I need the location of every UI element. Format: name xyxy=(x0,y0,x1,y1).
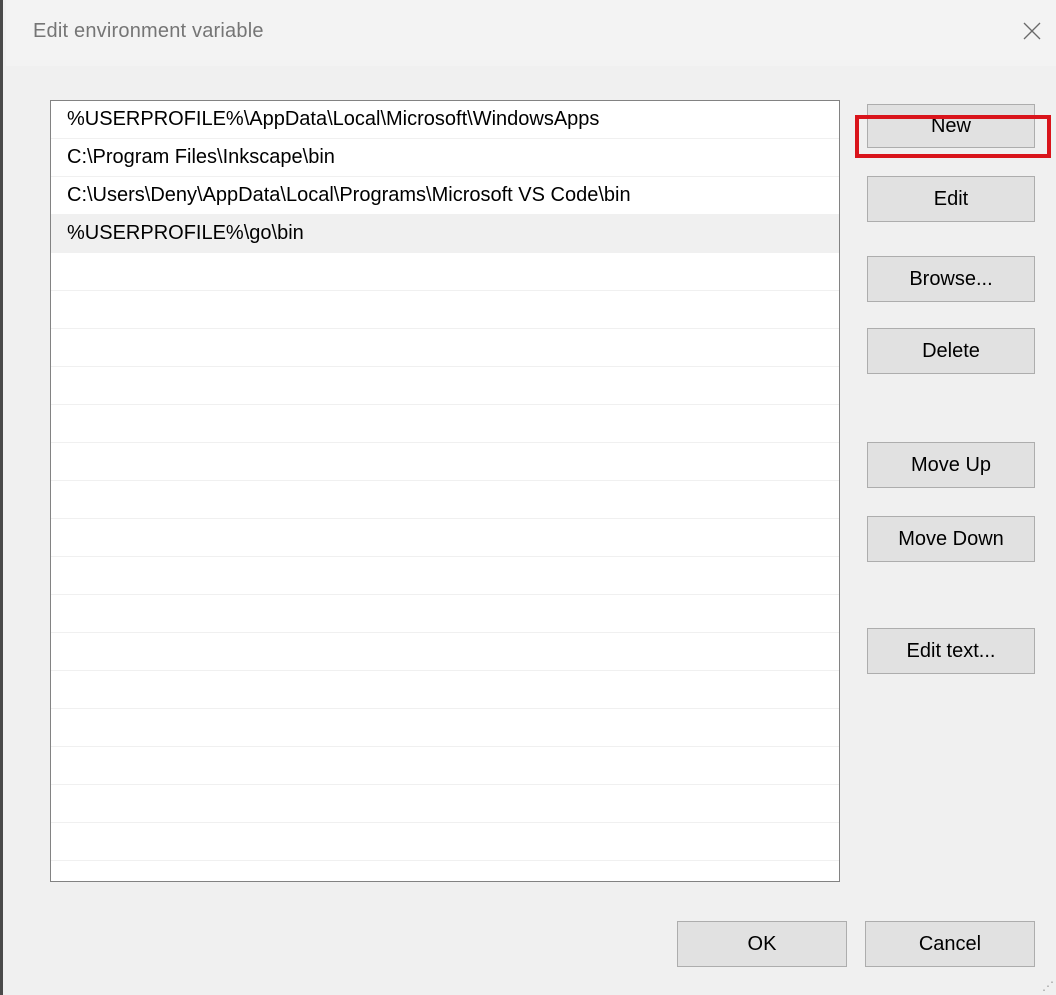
close-icon xyxy=(1023,22,1041,40)
browse-button[interactable]: Browse... xyxy=(867,256,1035,302)
empty-list-row[interactable] xyxy=(51,481,839,519)
empty-list-row[interactable] xyxy=(51,367,839,405)
empty-list-row[interactable] xyxy=(51,595,839,633)
empty-list-row[interactable] xyxy=(51,405,839,443)
list-item-selected[interactable]: %USERPROFILE%\go\bin xyxy=(51,215,839,253)
edit-text-button[interactable]: Edit text... xyxy=(867,628,1035,674)
empty-list-row[interactable] xyxy=(51,519,839,557)
move-up-button[interactable]: Move Up xyxy=(867,442,1035,488)
empty-list-row[interactable] xyxy=(51,709,839,747)
move-down-button[interactable]: Move Down xyxy=(867,516,1035,562)
new-button[interactable]: New xyxy=(867,104,1035,148)
cancel-button[interactable]: Cancel xyxy=(865,921,1035,967)
empty-list-row[interactable] xyxy=(51,329,839,367)
empty-list-row[interactable] xyxy=(51,443,839,481)
close-button[interactable] xyxy=(1019,18,1045,44)
edit-button[interactable]: Edit xyxy=(867,176,1035,222)
empty-list-row[interactable] xyxy=(51,557,839,595)
ok-button[interactable]: OK xyxy=(677,921,847,967)
delete-button[interactable]: Delete xyxy=(867,328,1035,374)
window-title: Edit environment variable xyxy=(33,20,264,42)
path-list[interactable]: %USERPROFILE%\AppData\Local\Microsoft\Wi… xyxy=(50,100,840,882)
empty-list-row[interactable] xyxy=(51,291,839,329)
empty-list-row[interactable] xyxy=(51,253,839,291)
list-item[interactable]: C:\Program Files\Inkscape\bin xyxy=(51,139,839,177)
empty-list-row[interactable] xyxy=(51,861,839,881)
empty-list-row[interactable] xyxy=(51,633,839,671)
empty-list-row[interactable] xyxy=(51,671,839,709)
list-item[interactable]: C:\Users\Deny\AppData\Local\Programs\Mic… xyxy=(51,177,839,215)
list-item[interactable]: %USERPROFILE%\AppData\Local\Microsoft\Wi… xyxy=(51,101,839,139)
title-bar: Edit environment variable xyxy=(6,0,1056,66)
empty-list-row[interactable] xyxy=(51,785,839,823)
resize-grip-icon[interactable]: ⋰ xyxy=(1040,979,1054,993)
empty-list-row[interactable] xyxy=(51,823,839,861)
empty-list-row[interactable] xyxy=(51,747,839,785)
edit-environment-variable-dialog: Edit environment variable %USERPROFILE%\… xyxy=(0,0,1056,995)
